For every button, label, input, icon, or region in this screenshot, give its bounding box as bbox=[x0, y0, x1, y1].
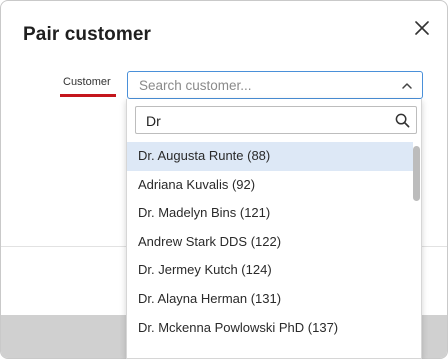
customer-options-list: Dr. Augusta Runte (88) Adriana Kuvalis (… bbox=[127, 142, 413, 342]
close-icon bbox=[415, 21, 429, 35]
customer-select[interactable]: Search customer... bbox=[127, 71, 423, 99]
dropdown-scrollbar[interactable] bbox=[412, 142, 421, 358]
customer-option[interactable]: Dr. Mckenna Powlowski PhD (137) bbox=[127, 314, 413, 343]
search-icon[interactable] bbox=[395, 113, 410, 128]
dialog-title: Pair customer bbox=[23, 24, 152, 45]
customer-label: Customer bbox=[63, 76, 111, 88]
customer-option[interactable]: Dr. Alayna Herman (131) bbox=[127, 285, 413, 314]
customer-filter-value: Dr bbox=[146, 113, 161, 129]
customer-option[interactable]: Dr. Jermey Kutch (124) bbox=[127, 256, 413, 285]
label-underline bbox=[60, 94, 116, 97]
customer-dropdown: Dr Dr. Augusta Runte (88) Adriana Kuvali… bbox=[126, 99, 422, 359]
customer-filter-input[interactable]: Dr bbox=[135, 106, 417, 134]
customer-option[interactable]: Dr. Madelyn Bins (121) bbox=[127, 199, 413, 228]
customer-option[interactable]: Andrew Stark DDS (122) bbox=[127, 228, 413, 257]
customer-option[interactable]: Adriana Kuvalis (92) bbox=[127, 171, 413, 200]
scrollbar-thumb[interactable] bbox=[413, 146, 420, 201]
chevron-up-icon bbox=[402, 83, 412, 89]
customer-select-placeholder: Search customer... bbox=[139, 78, 252, 93]
close-button[interactable] bbox=[411, 17, 433, 39]
customer-option[interactable]: Dr. Augusta Runte (88) bbox=[127, 142, 413, 171]
